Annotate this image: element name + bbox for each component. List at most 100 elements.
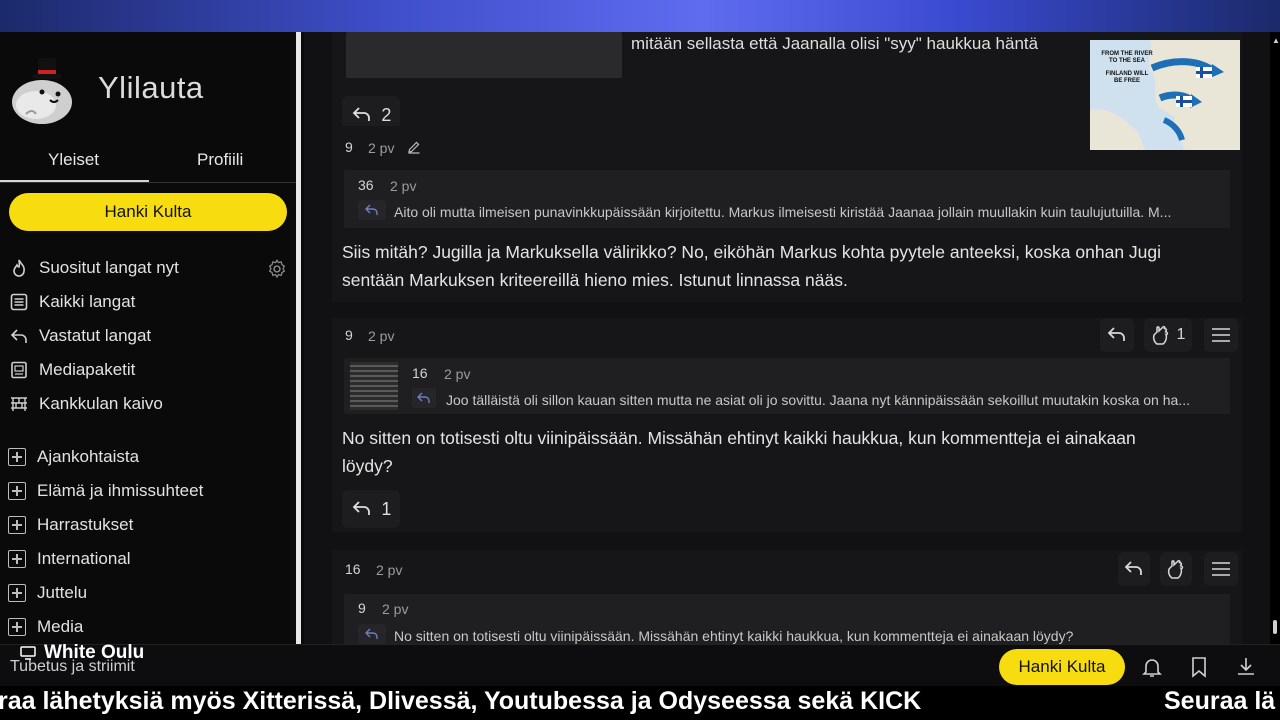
reply-count: 1 <box>381 498 392 519</box>
expand-plus-icon[interactable] <box>8 550 26 568</box>
post: 16 2 pv 9 2 pv No sitten on totisesti ol… <box>332 550 1242 644</box>
edit-pencil-icon[interactable] <box>407 140 421 154</box>
tab-yleiset[interactable]: Yleiset <box>48 150 99 170</box>
tab-divider <box>0 182 296 183</box>
quote-number[interactable]: 9 <box>358 600 366 616</box>
get-gold-button-bottom[interactable]: Hanki Kulta <box>999 649 1125 685</box>
sidebar-item-label: Kankkulan kaivo <box>39 394 163 413</box>
quote-number[interactable]: 16 <box>412 365 428 381</box>
sidebar-item-media-packs[interactable]: Mediapaketit <box>8 356 135 384</box>
hand-reaction-icon <box>1152 325 1168 345</box>
quote-time: 2 pv <box>390 178 417 194</box>
well-icon <box>8 393 30 415</box>
reaction-count: 1 <box>1176 326 1186 343</box>
top-glow-banner <box>0 0 1280 32</box>
sidebar-item-well[interactable]: Kankkulan kaivo <box>8 390 163 418</box>
post-number[interactable]: 16 <box>345 561 361 577</box>
expand-plus-icon[interactable] <box>8 584 26 602</box>
quote-image-thumbnail[interactable] <box>350 362 398 410</box>
category-label: Ajankohtaista <box>37 447 140 466</box>
post-time: 2 pv <box>368 140 395 156</box>
quote-time: 2 pv <box>444 366 471 382</box>
image-thumbnail[interactable] <box>346 32 622 78</box>
quote-text: Joo tälläistä oli sillon kauan sitten mu… <box>446 392 1190 408</box>
list-icon <box>8 291 30 313</box>
overlay-caption: FROM THE RIVER TO THE SEA FINLAND WILL B… <box>1101 51 1153 84</box>
sidebar-item-replied-threads[interactable]: Vastatut langat <box>8 322 151 350</box>
fire-icon <box>8 257 30 279</box>
news-ticker: raa lähetyksiä myös Xitterissä, Dlivessä… <box>0 686 1280 720</box>
tab-profiili[interactable]: Profiili <box>197 150 243 170</box>
hamburger-menu-icon <box>1212 328 1230 342</box>
quoted-post[interactable]: 9 2 pv No sitten on totisesti oltu viini… <box>344 594 1230 644</box>
reaction-button[interactable] <box>1160 552 1192 586</box>
bell-icon[interactable] <box>1140 655 1164 679</box>
sidebar-scrollbar[interactable] <box>296 32 301 644</box>
sidebar-item-all-threads[interactable]: Kaikki langat <box>8 288 135 316</box>
hamburger-menu-icon <box>1212 562 1230 576</box>
media-icon <box>8 359 30 381</box>
reply-button[interactable] <box>1118 552 1150 586</box>
hand-reaction-icon <box>1167 559 1184 579</box>
category-elama[interactable]: Elämä ja ihmissuhteet <box>8 478 203 504</box>
category-label: Elämä ja ihmissuhteet <box>37 481 204 500</box>
replies-button[interactable]: 1 <box>342 490 400 528</box>
site-brand[interactable]: Ylilauta <box>98 70 204 106</box>
post-body-line: Siis mitäh? Jugilla ja Markuksella välir… <box>342 242 1162 262</box>
stream-overlay-map: FROM THE RIVER TO THE SEA FINLAND WILL B… <box>1090 40 1240 150</box>
post-body-line: No sitten on totisesti oltu viinipäissää… <box>342 428 1136 448</box>
quoted-post[interactable]: 36 2 pv Aito oli mutta ilmeisen punavink… <box>344 170 1230 228</box>
scroll-thumb[interactable] <box>1273 620 1277 634</box>
reaction-button[interactable]: 1 <box>1144 318 1192 352</box>
sidebar-item-popular[interactable]: Suositut langat nyt <box>8 254 179 282</box>
post-menu-button[interactable] <box>1204 318 1238 352</box>
quote-text: No sitten on totisesti oltu viinipäissää… <box>394 628 1074 644</box>
reply-arrow-icon <box>1107 327 1125 341</box>
category-media[interactable]: Media <box>8 614 83 640</box>
quote-time: 2 pv <box>382 601 409 617</box>
post-number[interactable]: 9 <box>345 139 353 155</box>
sidebar-item-label: Suositut langat nyt <box>39 258 179 277</box>
post-body-line: löydy? <box>342 456 393 476</box>
expand-plus-icon[interactable] <box>8 482 26 500</box>
get-gold-button[interactable]: Hanki Kulta <box>9 193 287 231</box>
post: 9 2 pv 36 2 pv Aito oli mutta ilmeisen p… <box>332 126 1242 302</box>
post-time: 2 pv <box>376 562 403 578</box>
stream-subtitle: Tubetus ja striimit <box>10 658 135 675</box>
quote-reply-icon <box>358 624 386 644</box>
quote-reply-icon <box>412 388 436 408</box>
category-label: Juttelu <box>37 583 88 602</box>
expand-plus-icon[interactable] <box>8 448 26 466</box>
quote-number[interactable]: 36 <box>358 177 374 193</box>
post: 9 2 pv 1 16 2 pv Joo tälläistä oli sillo… <box>332 318 1242 532</box>
expand-plus-icon[interactable] <box>8 618 26 636</box>
reply-arrow-icon <box>352 107 370 121</box>
post-text: mitään sellasta että Jaanalla olisi "syy… <box>631 34 1039 53</box>
post-menu-button[interactable] <box>1204 552 1238 586</box>
expand-plus-icon[interactable] <box>8 516 26 534</box>
ticker-text-repeat: Seuraa lä <box>1164 687 1276 715</box>
bookmark-icon[interactable] <box>1187 655 1211 679</box>
category-ajankohtaista[interactable]: Ajankohtaista <box>8 444 139 470</box>
post-number[interactable]: 9 <box>345 327 353 343</box>
reply-icon <box>8 325 30 347</box>
download-icon[interactable] <box>1234 655 1258 679</box>
reply-count: 2 <box>381 104 392 125</box>
quoted-post[interactable]: 16 2 pv Joo tälläistä oli sillon kauan s… <box>344 358 1230 414</box>
category-harrastukset[interactable]: Harrastukset <box>8 512 133 538</box>
quote-text: Aito oli mutta ilmeisen punavinkkupäissä… <box>394 204 1172 220</box>
category-juttelu[interactable]: Juttelu <box>8 580 87 606</box>
mascot-logo-icon[interactable] <box>6 50 84 128</box>
scroll-up-icon[interactable]: ▲ <box>1272 36 1280 45</box>
main-scrollbar[interactable]: ▲ <box>1270 32 1280 644</box>
category-label: Media <box>37 617 84 636</box>
post-time: 2 pv <box>368 328 395 344</box>
category-international[interactable]: International <box>8 546 131 572</box>
quote-reply-icon <box>358 200 386 220</box>
sidebar-item-label: Mediapaketit <box>39 360 136 379</box>
post-body-line: sentään Markuksen kriteereillä hieno mie… <box>342 270 848 290</box>
reply-button[interactable] <box>1100 318 1134 352</box>
reply-arrow-icon <box>1124 561 1142 575</box>
reply-arrow-icon <box>352 501 370 515</box>
gear-icon[interactable] <box>266 258 288 280</box>
